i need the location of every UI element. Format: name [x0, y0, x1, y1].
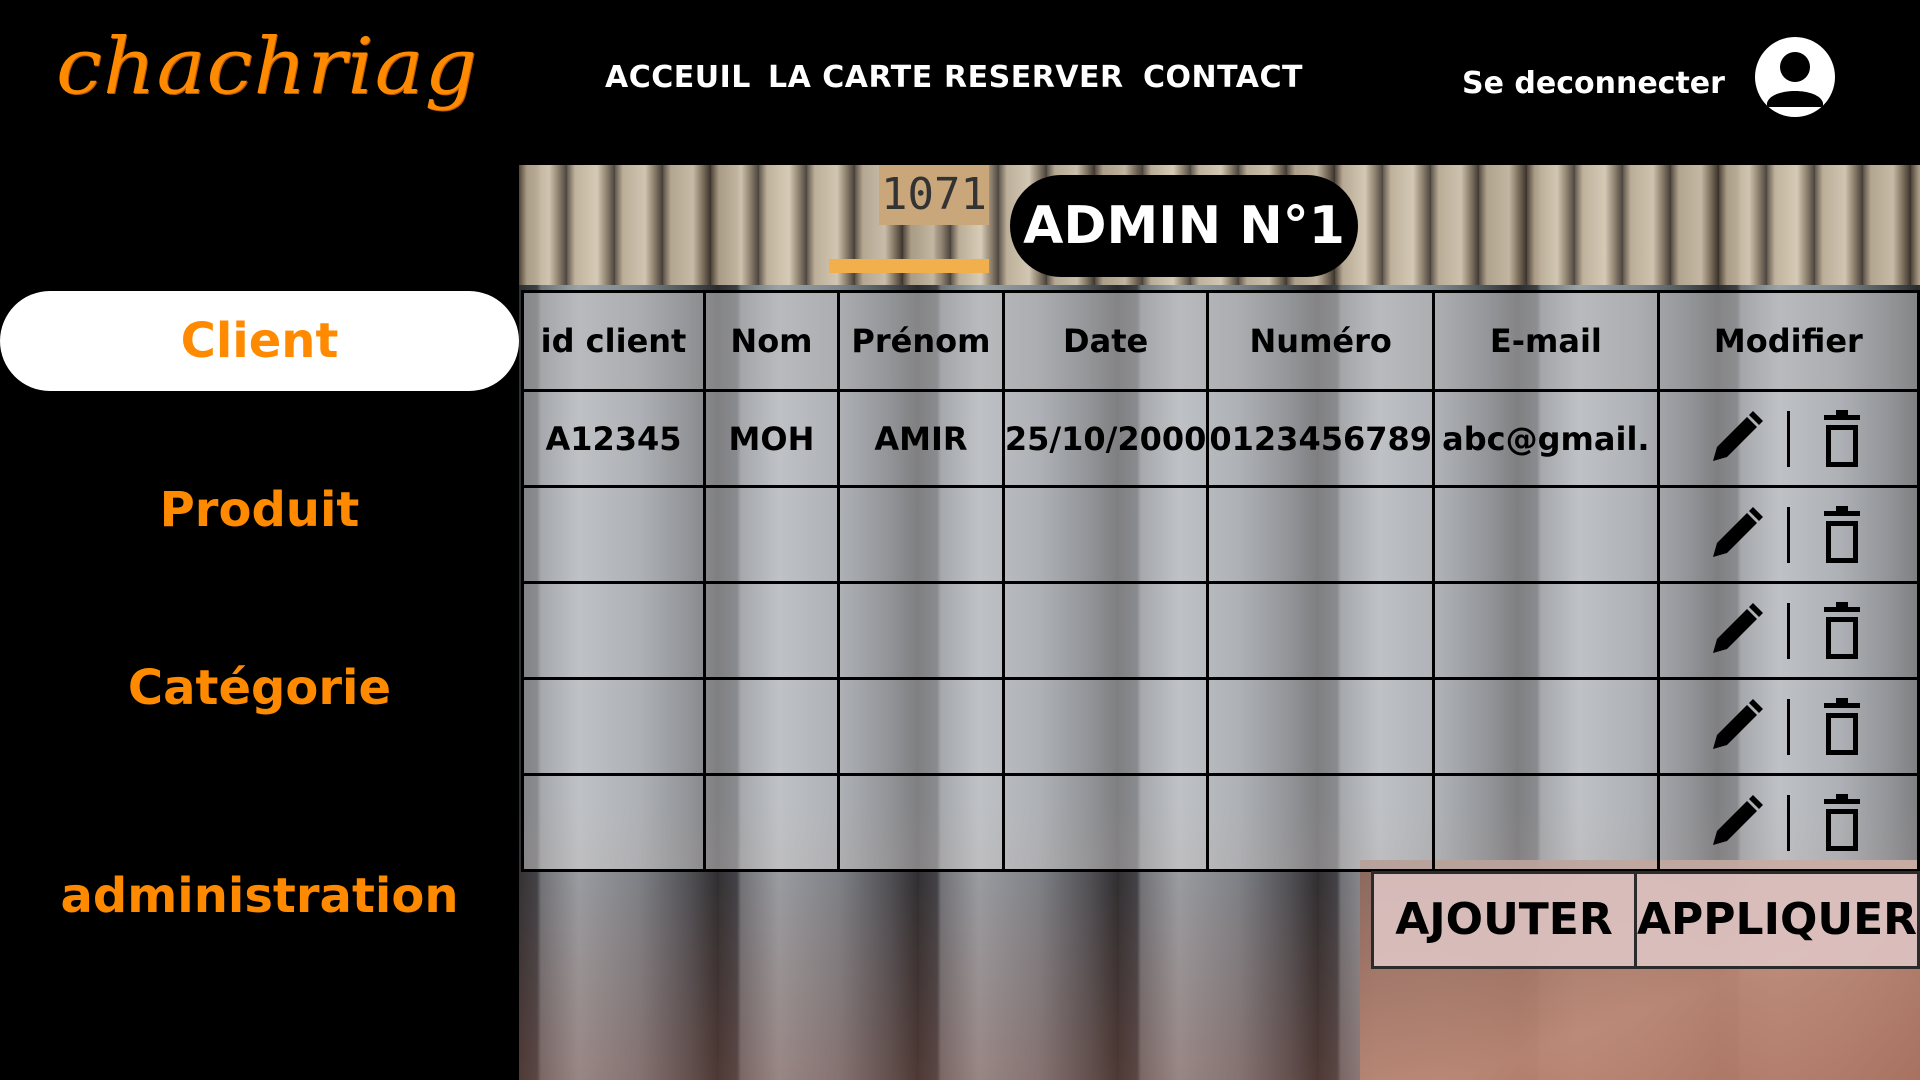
cell-date[interactable]: 25/10/2000	[1001, 389, 1210, 488]
cell-email[interactable]	[1432, 677, 1660, 776]
pencil-icon[interactable]	[1703, 407, 1767, 471]
brand-logo[interactable]: chachriag	[56, 28, 478, 106]
sidebar-item-client[interactable]: Client	[0, 291, 519, 391]
action-divider	[1786, 698, 1790, 755]
sidebar-item-produit[interactable]: Produit	[0, 480, 519, 540]
page-title: ADMIN N°1	[1010, 175, 1358, 277]
apply-button[interactable]: APPLIQUER	[1634, 871, 1920, 969]
action-divider	[1786, 506, 1790, 563]
pencil-icon[interactable]	[1703, 695, 1767, 759]
cell-date[interactable]	[1001, 677, 1210, 776]
sidebar-item-categorie[interactable]: Catégorie	[0, 658, 519, 718]
cell-prenom[interactable]	[836, 773, 1005, 872]
table-row: A12345 MOH AMIR 25/10/2000 0123456789 ab…	[521, 389, 1920, 488]
table-row	[521, 677, 1920, 776]
row-actions	[1656, 581, 1920, 680]
table-row	[521, 773, 1920, 872]
user-silhouette-icon	[1767, 52, 1823, 107]
table-row	[521, 485, 1920, 584]
action-divider	[1786, 794, 1790, 851]
pencil-icon[interactable]	[1703, 791, 1767, 855]
cell-numero[interactable]	[1206, 773, 1436, 872]
row-actions	[1656, 773, 1920, 872]
nav-link-reserver[interactable]: RESERVER	[944, 60, 1124, 96]
row-actions	[1656, 677, 1920, 776]
table-header-row: id client Nom Prénom Date Numéro E-mail …	[521, 290, 1920, 392]
sidebar-item-administration[interactable]: administration	[0, 866, 519, 926]
user-avatar-icon[interactable]	[1755, 37, 1835, 117]
cell-nom[interactable]	[703, 773, 840, 872]
cell-prenom[interactable]	[836, 677, 1005, 776]
cell-nom[interactable]: MOH	[703, 389, 840, 488]
column-header-date: Date	[1001, 290, 1210, 392]
cell-nom[interactable]	[703, 581, 840, 680]
cell-prenom[interactable]	[836, 485, 1005, 584]
cell-nom[interactable]	[703, 677, 840, 776]
cell-id[interactable]	[521, 581, 706, 680]
cell-numero[interactable]	[1206, 485, 1436, 584]
cell-numero[interactable]	[1206, 677, 1436, 776]
cell-email[interactable]: abc@gmail.	[1432, 389, 1660, 488]
trash-icon[interactable]	[1810, 503, 1874, 567]
cell-email[interactable]	[1432, 485, 1660, 584]
nav-link-carte[interactable]: LA CARTE	[768, 60, 933, 96]
trash-icon[interactable]	[1810, 599, 1874, 663]
cell-prenom[interactable]: AMIR	[836, 389, 1005, 488]
cell-id[interactable]: A12345	[521, 389, 706, 488]
trash-icon[interactable]	[1810, 695, 1874, 759]
trash-icon[interactable]	[1810, 407, 1874, 471]
nav-link-accueil[interactable]: ACCEUIL	[605, 60, 751, 96]
column-header-nom: Nom	[703, 290, 840, 392]
box-number-label: 1071	[879, 165, 989, 225]
trash-icon[interactable]	[1810, 791, 1874, 855]
action-divider	[1786, 602, 1790, 659]
column-header-email: E-mail	[1432, 290, 1660, 392]
nav-link-contact[interactable]: CONTACT	[1143, 60, 1303, 96]
cell-date[interactable]	[1001, 485, 1210, 584]
column-header-numero: Numéro	[1206, 290, 1436, 392]
cell-prenom[interactable]	[836, 581, 1005, 680]
cell-email[interactable]	[1432, 581, 1660, 680]
table-row	[521, 581, 1920, 680]
add-button[interactable]: AJOUTER	[1371, 871, 1637, 969]
action-divider	[1786, 410, 1790, 467]
pencil-icon[interactable]	[1703, 599, 1767, 663]
cell-id[interactable]	[521, 773, 706, 872]
cell-id[interactable]	[521, 485, 706, 584]
cell-email[interactable]	[1432, 773, 1660, 872]
clients-table: id client Nom Prénom Date Numéro E-mail …	[521, 290, 1920, 872]
cell-nom[interactable]	[703, 485, 840, 584]
pencil-icon[interactable]	[1703, 503, 1767, 567]
column-header-modifier: Modifier	[1656, 290, 1920, 392]
cell-date[interactable]	[1001, 773, 1210, 872]
cell-id[interactable]	[521, 677, 706, 776]
row-actions	[1656, 485, 1920, 584]
yellow-bar-decoration	[829, 259, 989, 273]
cell-numero[interactable]: 0123456789	[1206, 389, 1436, 488]
cell-numero[interactable]	[1206, 581, 1436, 680]
column-header-id: id client	[521, 290, 706, 392]
cell-date[interactable]	[1001, 581, 1210, 680]
logout-link[interactable]: Se deconnecter	[1462, 66, 1725, 102]
row-actions	[1656, 389, 1920, 488]
column-header-prenom: Prénom	[836, 290, 1005, 392]
